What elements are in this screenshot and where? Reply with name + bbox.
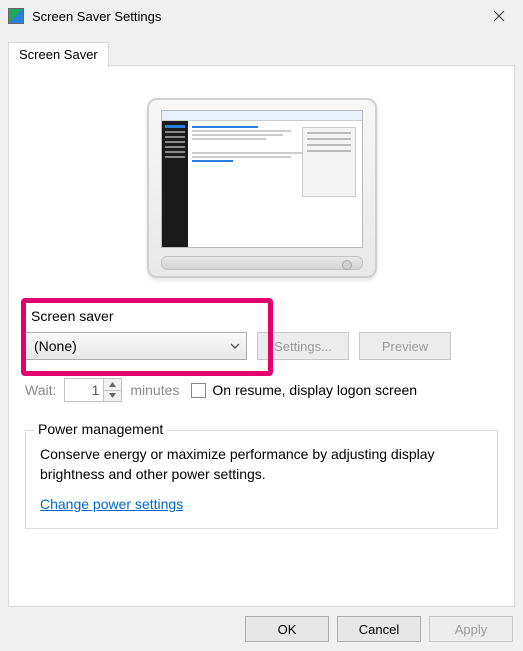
wait-label: Wait: <box>25 382 56 398</box>
screensaver-settings-window: Screen Saver Settings Screen Saver <box>0 0 523 651</box>
wait-value-field[interactable] <box>65 379 103 401</box>
screensaver-preview-area <box>25 98 498 278</box>
close-icon <box>493 10 505 22</box>
tabs: Screen Saver <box>8 42 523 66</box>
tab-panel: Screen saver (None) Settings... Preview … <box>8 65 515 607</box>
monitor-screen <box>161 110 363 248</box>
power-management-legend: Power management <box>34 421 167 437</box>
screensaver-group: Screen saver (None) Settings... Preview <box>25 308 498 370</box>
resume-logon-label: On resume, display logon screen <box>212 382 417 398</box>
window-title: Screen Saver Settings <box>32 9 481 24</box>
dialog-button-row: OK Cancel Apply <box>0 607 523 651</box>
wait-row: Wait: minutes On resume, display logon s… <box>25 378 498 402</box>
screensaver-app-icon <box>8 8 24 24</box>
wait-minutes-input[interactable] <box>64 378 122 402</box>
screensaver-label: Screen saver <box>31 308 498 324</box>
tab-screen-saver[interactable]: Screen Saver <box>8 42 109 68</box>
cancel-button[interactable]: Cancel <box>337 616 421 642</box>
chevron-down-icon <box>230 338 240 354</box>
ok-button[interactable]: OK <box>245 616 329 642</box>
change-power-settings-link[interactable]: Change power settings <box>40 496 183 512</box>
power-management-description: Conserve energy or maximize performance … <box>40 445 483 484</box>
preview-button[interactable]: Preview <box>359 332 451 360</box>
apply-button[interactable]: Apply <box>429 616 513 642</box>
power-management-group: Power management Conserve energy or maxi… <box>25 430 498 529</box>
wait-spinner[interactable] <box>103 379 121 401</box>
titlebar: Screen Saver Settings <box>0 0 523 32</box>
screensaver-dropdown[interactable]: (None) <box>25 332 247 360</box>
monitor-graphic <box>147 98 377 278</box>
wait-unit: minutes <box>130 382 179 398</box>
spinner-down[interactable] <box>104 391 121 402</box>
settings-button[interactable]: Settings... <box>257 332 349 360</box>
resume-logon-checkbox[interactable]: On resume, display logon screen <box>191 382 417 398</box>
screensaver-selected-value: (None) <box>34 338 230 354</box>
close-button[interactable] <box>481 2 517 30</box>
spinner-up[interactable] <box>104 379 121 391</box>
checkbox-box <box>191 383 206 398</box>
